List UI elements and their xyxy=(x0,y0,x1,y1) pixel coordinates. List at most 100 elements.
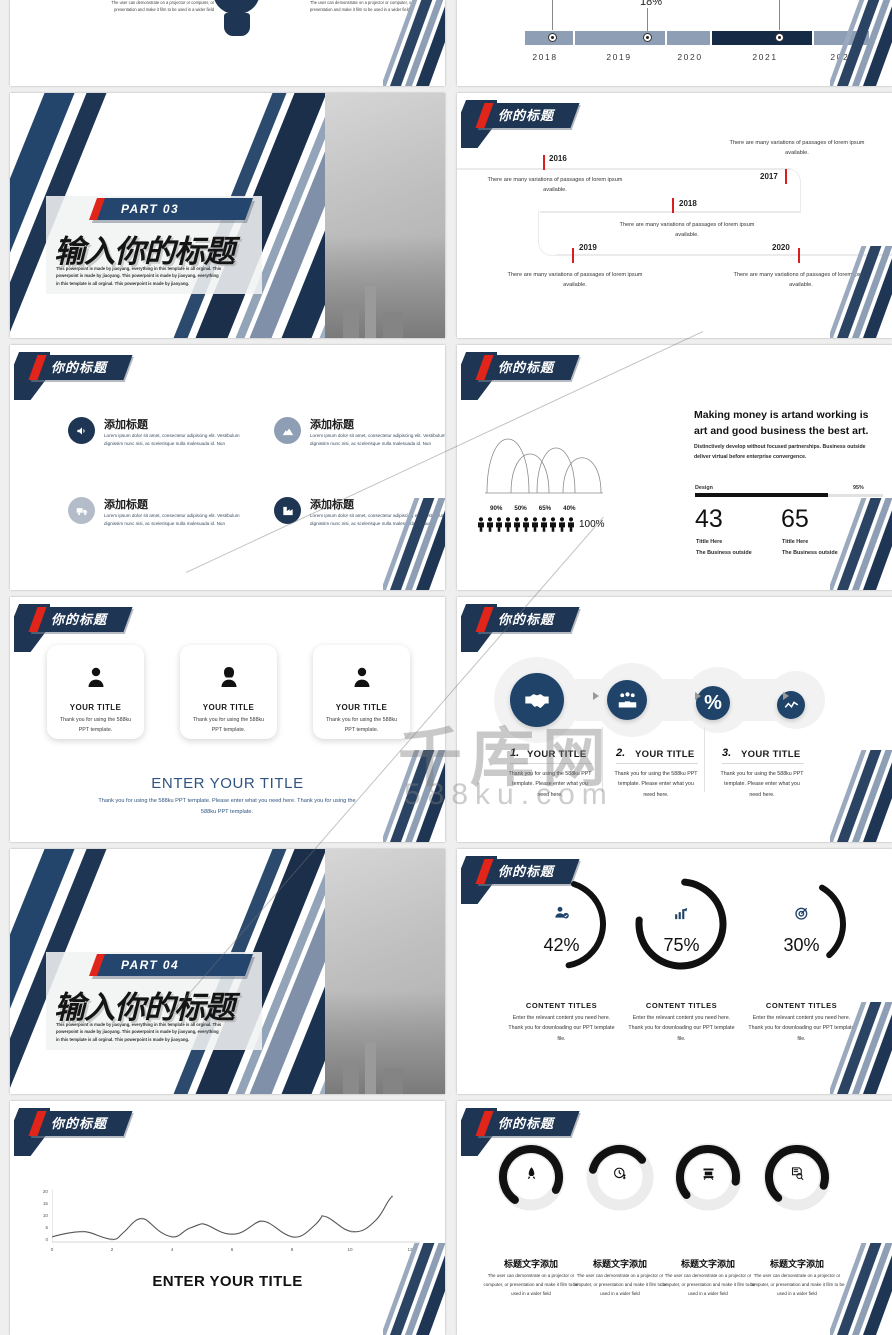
slide-title: 你的标题 xyxy=(498,612,555,627)
kpi-title: Tittle Here xyxy=(696,539,723,545)
donut-title: CONTENT TITLES xyxy=(765,1001,838,1010)
arrow-icon xyxy=(695,692,701,700)
cover-photo xyxy=(325,93,445,338)
feature-title: 添加标题 xyxy=(310,419,354,431)
stats-paragraph: Distinctively develop without focused pa… xyxy=(694,444,866,460)
slide-donuts[interactable]: 你的标题 42% CONTENT TITLES Enter the releva… xyxy=(457,849,892,1094)
column-body: The user can demonstrate on a projector … xyxy=(310,0,413,12)
bell-curve-chart xyxy=(485,438,603,494)
progress-value: 95% xyxy=(853,485,864,491)
persona-title: YOUR TITLE xyxy=(335,703,388,712)
y-tick-label: 15 xyxy=(42,1201,48,1206)
slide-part-04[interactable]: PART 04 输入你的标题 This powerpoint is made b… xyxy=(10,849,445,1094)
persona-card[interactable]: YOUR TITLE Thank you for using the 588ku… xyxy=(180,645,277,739)
slide-thumbnail-partial-right[interactable]: 18% 2018 2019 2020 2021 2022 xyxy=(457,0,892,86)
timeline-year: 2017 xyxy=(760,172,778,181)
curve-label: 50% xyxy=(514,505,527,512)
slide-four-icon[interactable]: 你的标题 添加标题 Lorem ipsum dolor sit amet, co… xyxy=(10,345,445,590)
timeline-path xyxy=(538,211,560,256)
timeline-year: 2018 xyxy=(679,199,697,208)
corner-stripes xyxy=(830,246,892,338)
ring-title: 标题文字添加 xyxy=(769,1259,824,1269)
step-underline xyxy=(616,763,698,764)
feature-body: Lorem ipsum dolor sit amet, consectetur … xyxy=(104,513,240,527)
slide-thumbnail-partial-left[interactable]: 标题文字添加 The user can demonstrate on a pro… xyxy=(10,0,445,86)
bar-year-labels: 2018 2019 2020 2021 2022 xyxy=(517,52,871,62)
bulb-shape-icon xyxy=(213,0,260,14)
timeline-text: There are many variations of passages of… xyxy=(729,140,865,156)
year-label: 2018 xyxy=(532,52,558,62)
kpi-number: 65 xyxy=(781,505,809,533)
donut-body: Enter the relevant content you need here… xyxy=(628,1015,735,1042)
x-tick-label: 12 xyxy=(407,1247,413,1252)
slide-persona-cards[interactable]: 你的标题 YOUR TITLE Thank you for using the … xyxy=(10,597,445,842)
doc-search-icon xyxy=(745,1166,849,1186)
leader-line xyxy=(552,0,553,30)
timeline-text: There are many variations of passages of… xyxy=(733,272,869,288)
cover-body: This powerpoint is made by jiaoyang, eve… xyxy=(56,1022,222,1042)
kpi-sub: The Business outside xyxy=(696,550,752,556)
y-tick-label: 5 xyxy=(45,1225,48,1230)
timeline-tick xyxy=(543,155,545,170)
x-tick-label: 2 xyxy=(110,1247,114,1252)
slide-title: 你的标题 xyxy=(498,1116,555,1131)
persona-card[interactable]: YOUR TITLE Thank you for using the 588ku… xyxy=(313,645,410,739)
step-title: YOUR TITLE xyxy=(527,749,587,760)
people-pictogram xyxy=(477,517,575,532)
enter-body: Thank you for using the 588ku PPT templa… xyxy=(98,798,356,816)
feature-body: Lorem ipsum dolor sit amet, consectetur … xyxy=(310,433,445,447)
corner-stripes xyxy=(830,750,892,842)
kpi-number: 43 xyxy=(695,505,723,533)
bar-timeline-track xyxy=(525,31,871,45)
timeline-tick xyxy=(798,248,800,263)
slide-stats[interactable]: 你的标题 90% 50% 65% 40% 100% Making money i… xyxy=(457,345,892,590)
ring-body: The user can demonstrate on a projector … xyxy=(749,1273,845,1296)
factory-icon xyxy=(274,497,301,524)
timeline-year: 2020 xyxy=(772,243,790,252)
ring-body: The user can demonstrate on a projector … xyxy=(483,1273,579,1296)
persona-card[interactable]: YOUR TITLE Thank you for using the 588ku… xyxy=(47,645,144,739)
slide-timeline[interactable]: 你的标题 2016 There are many variations of p… xyxy=(457,93,892,338)
slide-title-badge: 你的标题 xyxy=(461,604,589,652)
year-label: 2022 xyxy=(830,52,856,62)
percent-icon[interactable]: % xyxy=(696,686,730,720)
bulb-base-icon xyxy=(224,13,250,36)
curve-label: 40% xyxy=(563,505,576,512)
trendline-icon[interactable] xyxy=(777,691,805,719)
bar-marker-dot xyxy=(775,33,784,42)
part-label: PART 04 xyxy=(121,958,180,972)
column-divider xyxy=(704,727,705,792)
enter-title: ENTER YOUR TITLE xyxy=(152,1273,303,1290)
x-tick-label: 4 xyxy=(170,1247,174,1252)
slide-title-badge: 你的标题 xyxy=(14,352,142,400)
person-male-icon xyxy=(313,665,410,694)
team-icon[interactable] xyxy=(607,680,647,720)
chart-mountain-icon xyxy=(274,417,301,444)
column-body: The user can demonstrate on a projector … xyxy=(111,0,214,12)
timeline-year: 2016 xyxy=(549,154,567,163)
truck-icon xyxy=(68,497,95,524)
slide-title: 你的标题 xyxy=(498,360,555,375)
bar-segment-highlight xyxy=(712,31,812,45)
timeline-text: There are many variations of passages of… xyxy=(507,272,643,288)
progress-label: Design xyxy=(695,485,713,491)
text-column-right: 标题文字添加 The user can demonstrate on a pro… xyxy=(310,0,430,14)
person-male-icon xyxy=(47,665,144,694)
corner-stripes xyxy=(830,498,892,590)
ring-body: The user can demonstrate on a projector … xyxy=(660,1273,756,1296)
slide-part-03[interactable]: PART 03 输入你的标题 This powerpoint is made b… xyxy=(10,93,445,338)
year-label: 2019 xyxy=(606,52,632,62)
handshake-icon[interactable] xyxy=(510,673,564,727)
bell-curve-labels: 90% 50% 65% 40% xyxy=(490,505,576,512)
feature-title: 添加标题 xyxy=(104,499,148,511)
step-body: Thank you for using the 588ku PPT templa… xyxy=(614,771,698,798)
year-label: 2021 xyxy=(752,52,778,62)
x-tick-label: 10 xyxy=(347,1247,353,1252)
bar-segment xyxy=(667,31,710,45)
slide-process[interactable]: 你的标题 % 1. YOUR TITLE Thank you for using… xyxy=(457,597,892,842)
slide-title: 你的标题 xyxy=(51,360,108,375)
cover-photo xyxy=(325,849,445,1094)
process-backdrop xyxy=(557,679,807,721)
x-tick-label: 8 xyxy=(290,1247,294,1252)
curve-label: 65% xyxy=(538,505,552,512)
